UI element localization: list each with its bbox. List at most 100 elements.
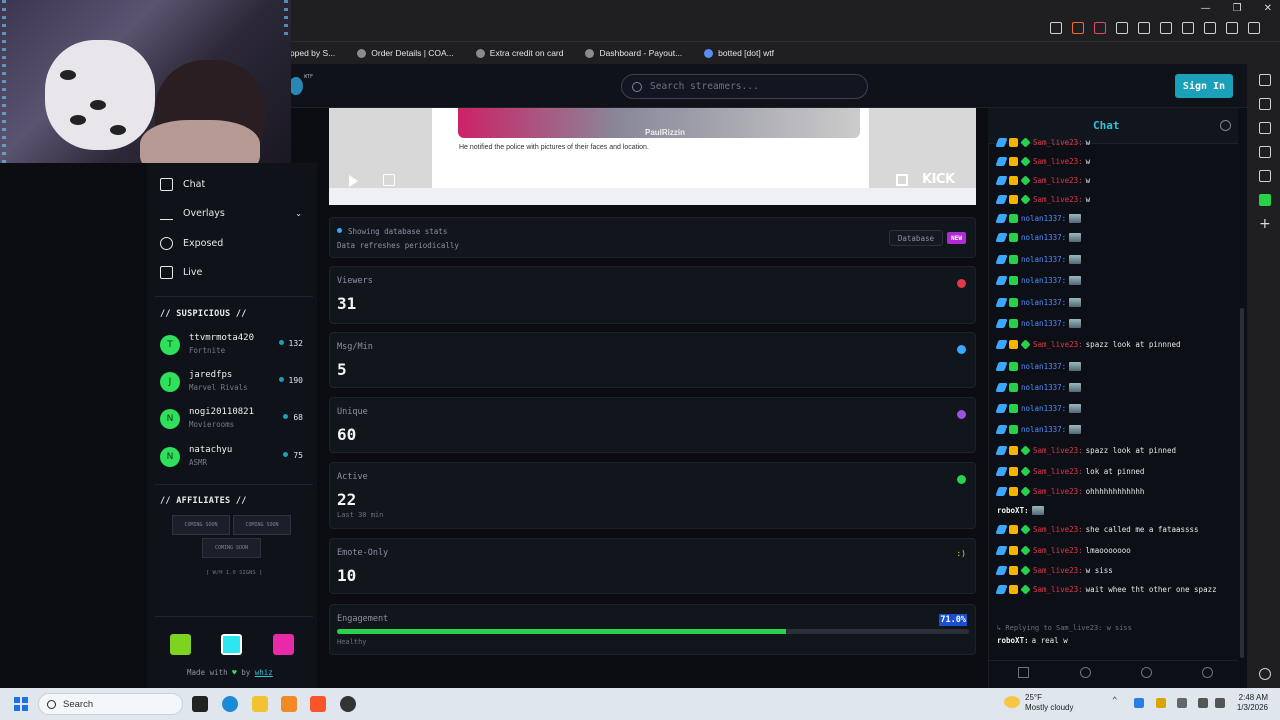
chat-username[interactable]: nolan1337: <box>1021 255 1066 264</box>
bookmark-item[interactable]: Extra credit on card <box>475 48 563 58</box>
sword-badge-icon <box>995 255 1008 264</box>
bot-badge-icon <box>1009 233 1018 242</box>
chat-username[interactable]: Sam_live23: <box>1033 157 1083 166</box>
theme-swatch-pink[interactable] <box>273 634 294 655</box>
taskbar-search[interactable]: Search <box>38 693 183 715</box>
obs-icon[interactable] <box>340 696 356 712</box>
music-icon[interactable] <box>1138 22 1150 34</box>
gem-badge-icon <box>1020 175 1031 186</box>
leo-icon[interactable] <box>1226 22 1238 34</box>
chat-message: nolan1337: <box>995 214 1082 223</box>
edge-icon[interactable] <box>222 696 238 712</box>
chat-username[interactable]: Sam_live23: <box>1033 467 1083 476</box>
rewards-icon[interactable] <box>1094 22 1106 34</box>
clock[interactable]: 2:48 AM 1/3/2026 <box>1232 693 1268 713</box>
tray-app-icon[interactable] <box>1134 698 1144 708</box>
suspicious-streamer[interactable]: N natachyu ASMR 75 <box>160 444 305 472</box>
chevron-up-icon[interactable]: ⌃ <box>1112 696 1122 706</box>
bookmarks-icon[interactable] <box>1259 122 1271 134</box>
chat-username[interactable]: Sam_live23: <box>1033 340 1083 349</box>
file-explorer-icon[interactable] <box>252 696 268 712</box>
share-icon[interactable] <box>1050 22 1062 34</box>
suspicious-streamer[interactable]: T ttvmrmota420 Fortnite 132 <box>160 332 305 360</box>
collapse-icon[interactable] <box>1018 667 1029 678</box>
sidebar-item-exposed[interactable]: Exposed <box>160 237 223 250</box>
chat-username[interactable]: nolan1337: <box>1021 233 1066 242</box>
app-icon[interactable] <box>281 696 297 712</box>
bookmark-item[interactable]: ipped by S... <box>288 48 335 58</box>
chat-scrollbar[interactable] <box>1238 108 1247 688</box>
chat-username[interactable]: Sam_live23: <box>1033 566 1083 575</box>
chat-username[interactable]: Sam_live23: <box>1033 138 1083 147</box>
settings-icon[interactable] <box>1202 667 1213 678</box>
search-input[interactable]: Search streamers... <box>621 74 868 99</box>
network-icon[interactable] <box>1198 698 1208 708</box>
sidebar-item-live[interactable]: Live <box>160 266 202 279</box>
extensions-icon[interactable] <box>1204 22 1216 34</box>
hide-icon[interactable] <box>1080 667 1091 678</box>
chat-username[interactable]: nolan1337: <box>1021 383 1066 392</box>
brave-icon[interactable] <box>310 696 326 712</box>
chat-username[interactable]: nolan1337: <box>1021 319 1066 328</box>
chat-username[interactable]: Sam_live23: <box>1033 546 1083 555</box>
task-view-icon[interactable] <box>192 696 208 712</box>
microphone-icon[interactable] <box>1177 698 1187 708</box>
chat-message: Sam_live23: w siss <box>995 565 1113 576</box>
status-text: Showing database stats <box>337 227 447 236</box>
wallet-icon[interactable] <box>1259 98 1271 110</box>
chat-username[interactable]: Sam_live23: <box>1033 446 1083 455</box>
database-button[interactable]: Database <box>888 230 943 246</box>
kick-logo[interactable]: KICK <box>922 172 955 187</box>
sidebar-item-chat[interactable]: Chat <box>160 178 205 191</box>
menu-icon[interactable] <box>1248 22 1260 34</box>
theme-swatch-green[interactable] <box>170 634 191 655</box>
reading-list-icon[interactable] <box>1259 170 1271 182</box>
chat-username[interactable]: nolan1337: <box>1021 404 1066 413</box>
wallet-icon[interactable] <box>1182 22 1194 34</box>
suspicious-streamer[interactable]: N nogi20110821 Movierooms 68 <box>160 406 305 434</box>
bookmark-item[interactable]: botted [dot] wtf <box>704 48 774 58</box>
tray-app-icon[interactable] <box>1156 698 1166 708</box>
chat-username[interactable]: Sam_live23: <box>1033 585 1083 594</box>
chat-username[interactable]: nolan1337: <box>1021 276 1066 285</box>
add-icon[interactable]: + <box>1259 216 1271 232</box>
shield-icon[interactable] <box>1072 22 1084 34</box>
chat-username[interactable]: Sam_live23: <box>1033 195 1083 204</box>
fullscreen-icon[interactable] <box>896 174 908 186</box>
minimize-button[interactable]: — <box>1201 3 1211 14</box>
author-link[interactable]: whiz <box>255 668 273 677</box>
theme-swatch-cyan[interactable] <box>221 634 242 655</box>
logo[interactable] <box>289 77 303 95</box>
sign-in-button[interactable]: Sign In <box>1175 74 1233 98</box>
play-button[interactable] <box>349 175 358 187</box>
kick-icon[interactable] <box>1259 194 1271 206</box>
chat-username[interactable]: roboXT: <box>997 636 1029 645</box>
windows-start-icon[interactable] <box>14 697 28 711</box>
chat-username[interactable]: nolan1337: <box>1021 362 1066 371</box>
chat-message: nolan1337: <box>995 255 1082 264</box>
sidebar-icon[interactable] <box>1160 22 1172 34</box>
gear-icon[interactable] <box>1220 120 1231 131</box>
volume-icon[interactable] <box>1215 698 1225 708</box>
chat-username[interactable]: nolan1337: <box>1021 298 1066 307</box>
maximize-button[interactable]: ❐ <box>1233 3 1242 14</box>
ai-icon[interactable] <box>1259 74 1271 86</box>
chat-username[interactable]: nolan1337: <box>1021 425 1066 434</box>
sidebar-item-overlays[interactable]: Overlays ⌄ <box>160 207 302 220</box>
chat-username[interactable]: Sam_live23: <box>1033 487 1083 496</box>
close-button[interactable]: ✕ <box>1264 3 1272 14</box>
suspicious-streamer[interactable]: J jaredfps Marvel Rivals 190 <box>160 369 305 397</box>
mute-icon[interactable] <box>383 174 395 186</box>
bookmark-item[interactable]: Dashboard - Payout... <box>585 48 682 58</box>
tabs-icon[interactable] <box>1116 22 1128 34</box>
chat-username[interactable]: Sam_live23: <box>1033 176 1083 185</box>
settings-icon[interactable] <box>1259 668 1271 680</box>
history-icon[interactable] <box>1259 146 1271 158</box>
chat-username[interactable]: Sam_live23: <box>1033 525 1083 534</box>
emote-icon[interactable] <box>1141 667 1152 678</box>
chat-username[interactable]: nolan1337: <box>1021 214 1066 223</box>
gem-badge-icon <box>1020 466 1031 477</box>
bookmark-item[interactable]: Order Details | COA... <box>357 48 454 58</box>
video-player[interactable]: PaulRizzin He notified the police with p… <box>329 108 976 205</box>
chat-username[interactable]: roboXT: <box>997 506 1029 515</box>
